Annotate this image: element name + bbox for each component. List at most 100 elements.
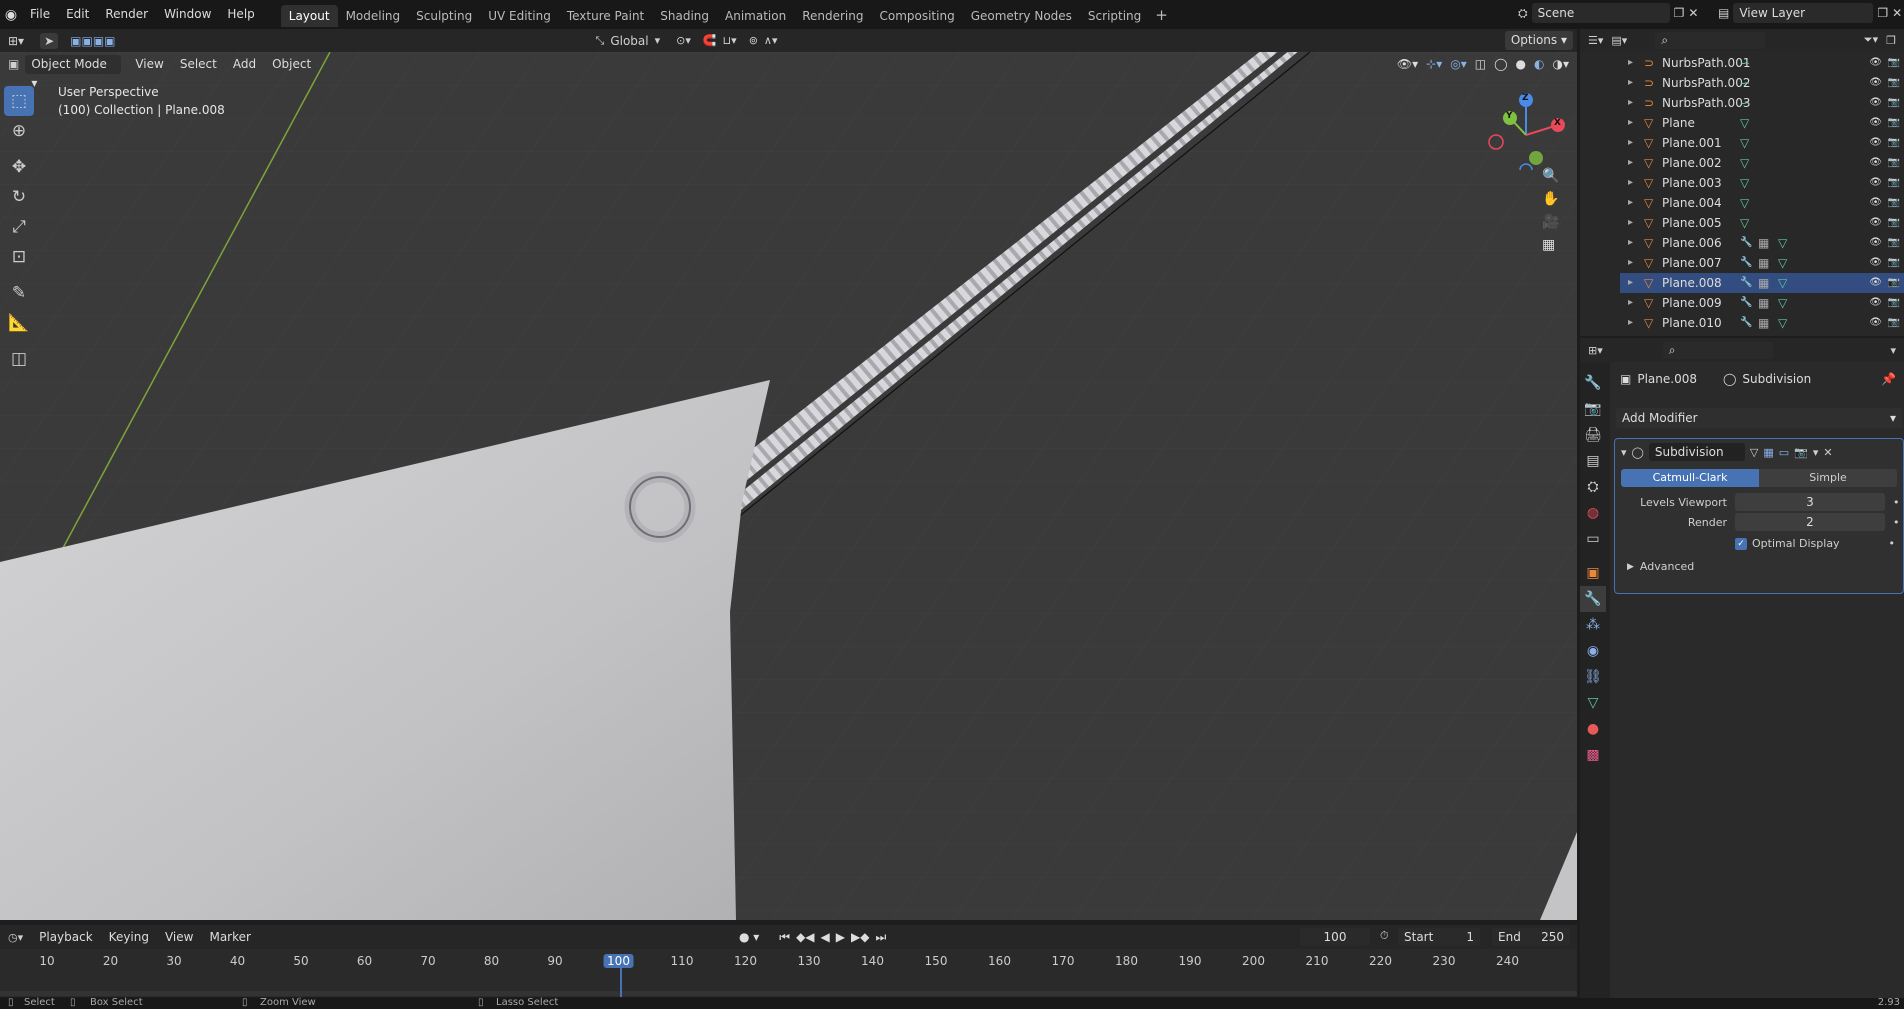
outliner-row[interactable]: ▸ ▽ Plane.009 🔧 ▦ ▽ 👁 📷 <box>1620 293 1904 313</box>
render-camera-icon[interactable]: 📷 <box>1888 133 1900 153</box>
visibility-eye-icon[interactable]: 👁 <box>1869 153 1882 173</box>
timeline-scrollbar[interactable] <box>0 991 1577 996</box>
visibility-eye-icon[interactable]: 👁 <box>1869 173 1882 193</box>
cursor-tool-icon[interactable]: ⊕ <box>4 116 34 146</box>
scene-icon[interactable]: ⛭ <box>1518 3 1528 23</box>
clock-icon[interactable]: ⏱ <box>1380 929 1389 943</box>
prev-keyframe-icon[interactable]: ◆◀ <box>796 930 814 945</box>
menu-help[interactable]: Help <box>219 0 262 29</box>
mesh-data-icon[interactable]: ▽ <box>1740 193 1749 213</box>
render-camera-icon[interactable]: 📷 <box>1888 93 1900 113</box>
outliner-row[interactable]: ▸ ▽ Plane.006 🔧 ▦ ▽ 👁 📷 <box>1620 233 1904 253</box>
expand-chevron-icon[interactable]: ▸ <box>1628 53 1633 73</box>
object-tab-icon[interactable]: ▣ <box>1580 560 1606 586</box>
editor-type-icon[interactable]: ⊞▾ <box>8 34 24 48</box>
outliner-row[interactable]: ▸ ⊃ NurbsPath.003 ∽ 👁 📷 <box>1620 93 1904 113</box>
mesh-data-icon[interactable]: ▽ <box>1778 233 1787 253</box>
outliner-row[interactable]: ▸ ▽ Plane.007 🔧 ▦ ▽ 👁 📷 <box>1620 253 1904 273</box>
outliner-editor-icon[interactable]: ☰▾ <box>1588 34 1603 47</box>
scale-tool-icon[interactable]: ⤢ <box>4 212 34 242</box>
render-camera-icon[interactable]: 📷 <box>1888 173 1900 193</box>
render-camera-icon[interactable]: 📷 <box>1888 213 1900 233</box>
visibility-eye-icon[interactable]: 👁 <box>1869 53 1882 73</box>
zoom-icon[interactable]: 🔍 <box>1542 168 1559 184</box>
timeline-menu-marker[interactable]: Marker <box>201 925 258 949</box>
modifier-stack-icon[interactable]: ▦ <box>1758 253 1769 273</box>
timeline-menu-keying[interactable]: Keying <box>101 925 157 949</box>
render-tab-icon[interactable]: 📷 <box>1580 396 1606 422</box>
modifier-wrench-icon[interactable]: 🔧 <box>1740 313 1752 333</box>
tab-scripting[interactable]: Scripting <box>1080 5 1149 27</box>
blender-logo-icon[interactable]: ◉ <box>0 7 22 23</box>
next-keyframe-icon[interactable]: ▶◆ <box>851 930 869 945</box>
current-frame-indicator[interactable]: 100 <box>603 954 634 968</box>
shading-wireframe-icon[interactable]: ◯ <box>1494 57 1507 71</box>
timeline-editor-icon[interactable]: ◷▾ <box>8 931 23 944</box>
edit-mode-icon[interactable]: ▽ <box>1750 446 1758 459</box>
jump-start-icon[interactable]: ⏮ <box>779 930 790 945</box>
expand-chevron-icon[interactable]: ▸ <box>1628 313 1633 333</box>
record-icon[interactable]: ● ▾ <box>739 930 759 945</box>
filter-icon[interactable]: ⏷▾ <box>1864 33 1878 47</box>
visibility-icon[interactable]: 👁▾ <box>1397 57 1418 71</box>
keyframe-dot-icon[interactable]: • <box>1889 537 1896 550</box>
visibility-eye-icon[interactable]: 👁 <box>1869 113 1882 133</box>
add-modifier-button[interactable]: Add Modifier ▾ <box>1616 408 1902 428</box>
xray-icon[interactable]: ◫ <box>1475 57 1486 71</box>
menu-window[interactable]: Window <box>156 0 219 29</box>
modifier-stack-icon[interactable]: ▦ <box>1758 313 1769 333</box>
mesh-data-icon[interactable]: ▽ <box>1740 213 1749 233</box>
render-camera-icon[interactable]: 📷 <box>1888 113 1900 133</box>
modifier-wrench-icon[interactable]: 🔧 <box>1740 273 1752 293</box>
render-camera-icon[interactable]: 📷 <box>1888 193 1900 213</box>
close-icon[interactable]: ✕ <box>1823 446 1832 459</box>
material-tab-icon[interactable]: ● <box>1580 716 1606 742</box>
add-cube-tool-icon[interactable]: ◫ <box>4 344 34 374</box>
pin-icon[interactable]: 📌 <box>1881 372 1896 386</box>
render-camera-icon[interactable]: 📷 <box>1888 273 1900 293</box>
measure-tool-icon[interactable]: 📐 <box>4 308 34 338</box>
gizmo-toggle-icon[interactable]: ⊹▾ <box>1426 57 1442 71</box>
render-camera-icon[interactable]: 📷 <box>1888 53 1900 73</box>
snap-target-icon[interactable]: ⊔▾ <box>723 34 737 47</box>
render-camera-icon[interactable]: 📷 <box>1888 313 1900 333</box>
view-layer-tab-icon[interactable]: ▤ <box>1580 448 1606 474</box>
tab-compositing[interactable]: Compositing <box>871 5 962 27</box>
view-layer-field[interactable]: View Layer <box>1733 3 1874 23</box>
outliner-row[interactable]: ▸ ▽ Plane.010 🔧 ▦ ▽ 👁 📷 <box>1620 313 1904 333</box>
rotate-tool-icon[interactable]: ↻ <box>4 182 34 212</box>
modifier-wrench-icon[interactable]: 🔧 <box>1740 233 1752 253</box>
scene-field[interactable]: Scene <box>1531 3 1670 23</box>
outliner-row[interactable]: ▸ ▽ Plane.005 ▽ 👁 📷 <box>1620 213 1904 233</box>
shading-material-icon[interactable]: ◐ <box>1534 57 1544 71</box>
outliner-search-input[interactable]: ⌕ <box>1655 31 1766 49</box>
keyframe-dot-icon[interactable]: • <box>1893 496 1900 509</box>
menu-edit[interactable]: Edit <box>58 0 97 29</box>
select-box-tool-icon[interactable]: ⬚ <box>4 86 34 116</box>
jump-end-icon[interactable]: ⏭ <box>875 930 886 945</box>
visibility-eye-icon[interactable]: 👁 <box>1869 233 1882 253</box>
expand-chevron-icon[interactable]: ▸ <box>1628 153 1633 173</box>
modifier-wrench-icon[interactable]: 🔧 <box>1740 253 1752 273</box>
pivot-icon[interactable]: ⊙▾ <box>676 34 691 47</box>
annotate-tool-icon[interactable]: ✎ <box>4 278 34 308</box>
add-workspace-icon[interactable]: + <box>1155 6 1168 24</box>
expand-chevron-icon[interactable]: ▸ <box>1628 293 1633 313</box>
expand-chevron-icon[interactable]: ▸ <box>1628 133 1633 153</box>
expand-chevron-icon[interactable]: ▸ <box>1628 213 1633 233</box>
3d-viewport[interactable]: User Perspective (100) Collection | Plan… <box>0 52 1577 920</box>
modifier-stack-icon[interactable]: ▦ <box>1758 293 1769 313</box>
outliner-row[interactable]: ▸ ▽ Plane.001 ▽ 👁 📷 <box>1620 133 1904 153</box>
current-frame-field[interactable]: 100 <box>1300 928 1370 946</box>
new-scene-icon[interactable]: ❐ <box>1674 3 1685 23</box>
output-tab-icon[interactable]: 🖨 <box>1580 422 1606 448</box>
visibility-eye-icon[interactable]: 👁 <box>1869 93 1882 113</box>
delete-view-layer-icon[interactable]: ✕ <box>1892 3 1902 23</box>
modifier-stack-icon[interactable]: ▦ <box>1758 273 1769 293</box>
tab-layout[interactable]: Layout <box>280 5 338 27</box>
expand-chevron-icon[interactable]: ▸ <box>1628 93 1633 113</box>
properties-editor-icon[interactable]: ⊞▾ <box>1588 344 1603 357</box>
visibility-eye-icon[interactable]: 👁 <box>1869 133 1882 153</box>
curve-data-icon[interactable]: ∽ <box>1740 73 1750 93</box>
render-camera-icon[interactable]: 📷 <box>1888 293 1900 313</box>
